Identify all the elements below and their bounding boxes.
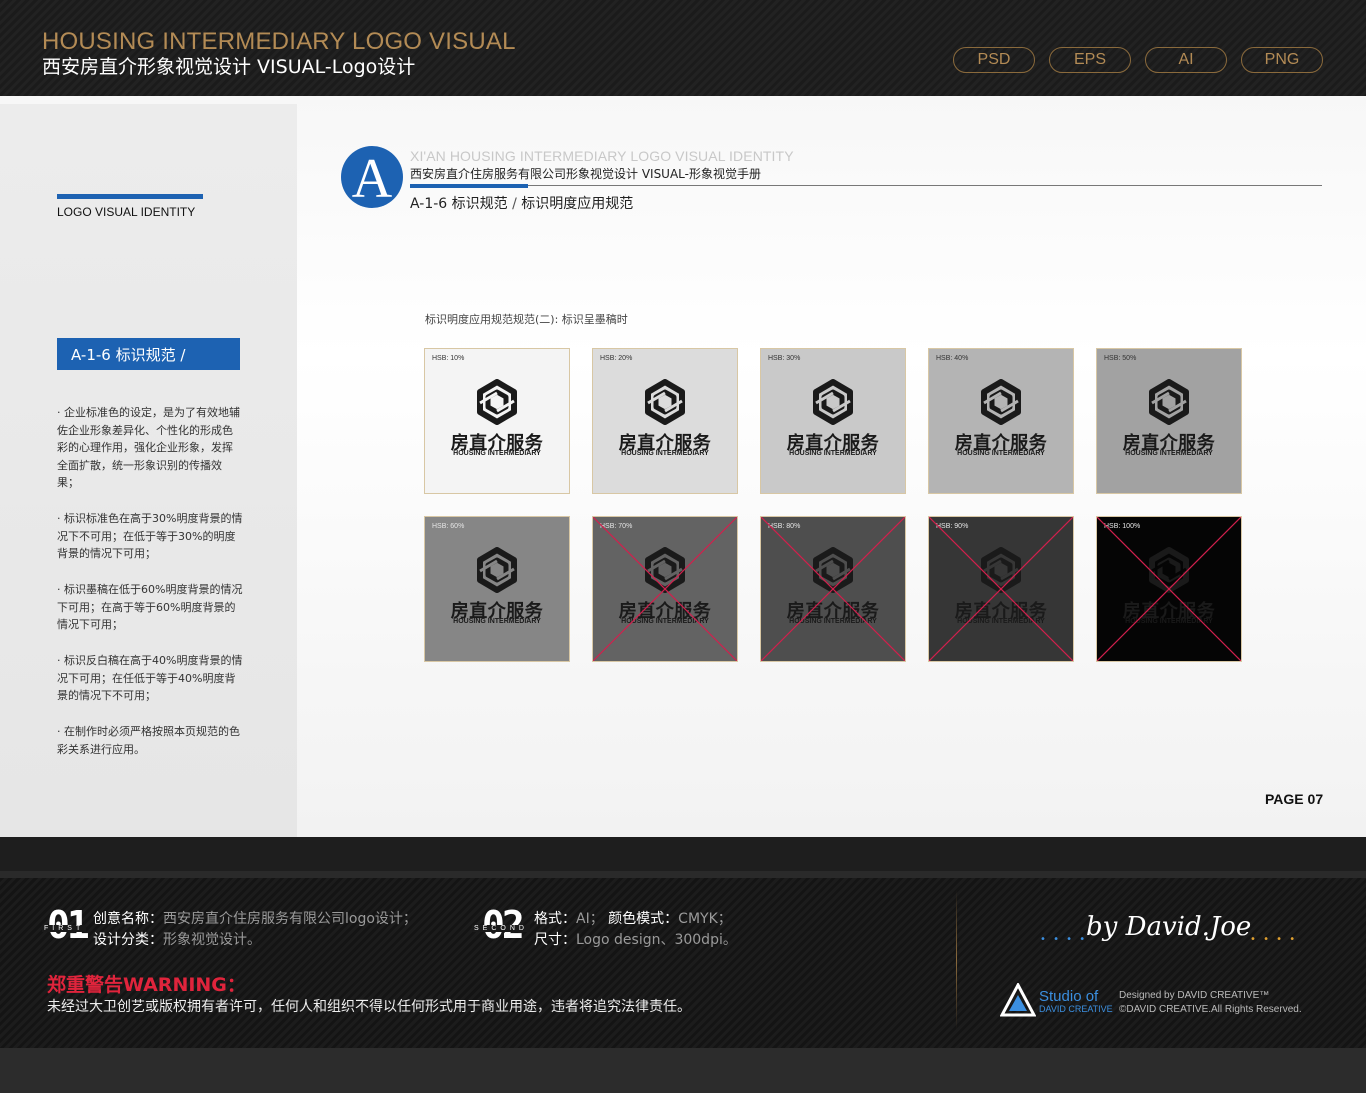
- brightness-tile: HSB: 10% 房直介服务 HOUSING INTERMEDIARY: [425, 349, 569, 493]
- info-value: CMYK；: [678, 911, 732, 927]
- decorative-dots-left: • • • •: [1040, 934, 1088, 945]
- info-key: 颜色模式：: [608, 911, 679, 927]
- format-pill-ai[interactable]: AI: [1145, 47, 1227, 73]
- footer-number-tag: SECOND: [472, 925, 530, 932]
- tile-brightness-label: HSB: 30%: [768, 355, 801, 362]
- tile-brightness-label: HSB: 10%: [432, 355, 465, 362]
- brightness-tile: HSB: 50% 房直介服务 HOUSING INTERMEDIARY: [1097, 349, 1241, 493]
- content-area: LOGO VISUAL IDENTITY A-1-6 标识规范 / · 企业标准…: [0, 96, 1366, 837]
- info-key: 设计分类：: [93, 932, 163, 948]
- info-key: 格式：: [534, 911, 576, 927]
- tile-logo-subtitle: HOUSING INTERMEDIARY: [453, 450, 541, 457]
- heading-rule-accent: [410, 184, 528, 188]
- sidebar: LOGO VISUAL IDENTITY A-1-6 标识规范 / · 企业标准…: [0, 104, 297, 837]
- footer-divider: [956, 890, 957, 1030]
- hexagon-knot-icon: [477, 547, 517, 593]
- brightness-tile: HSB: 30% 房直介服务 HOUSING INTERMEDIARY: [761, 349, 905, 493]
- prohibited-cross-icon: [761, 517, 905, 661]
- footer-info-line: 尺寸：Logo design、300dpi。: [534, 929, 737, 949]
- info-value: 形象视觉设计。: [163, 932, 261, 948]
- sidebar-paragraph: · 标识标准色在高于30%明度背景的情况下不可用；在低于等于30%的明度背景的情…: [57, 512, 243, 560]
- brightness-tile: HSB: 60% 房直介服务 HOUSING INTERMEDIARY: [425, 517, 569, 661]
- brightness-tile: HSB: 100% 房直介服务 HOUSING INTERMEDIARY: [1097, 517, 1241, 661]
- studio-name: Studio of: [1039, 988, 1099, 1005]
- footer-info-line: 设计分类：形象视觉设计。: [93, 929, 261, 949]
- info-key: 创意名称：: [93, 911, 163, 927]
- tile-logo-subtitle: HOUSING INTERMEDIARY: [621, 450, 709, 457]
- format-pill-png[interactable]: PNG: [1241, 47, 1323, 73]
- footer-info-line: 创意名称：西安房直介住房服务有限公司logo设计；: [93, 908, 417, 928]
- bottom-strip: [0, 1048, 1366, 1093]
- signature: by David.Joe: [1086, 912, 1252, 942]
- tile-brightness-label: HSB: 60%: [432, 523, 465, 530]
- subheading-code: A-1-6 标识规范: [410, 196, 508, 212]
- sidebar-paragraph: · 在制作时必须严格按照本页规范的色彩关系进行应用。: [57, 725, 240, 756]
- info-value: 西安房直介住房服务有限公司logo设计；: [163, 911, 417, 927]
- hexagon-knot-icon: [1149, 379, 1189, 425]
- brightness-tile: HSB: 80% 房直介服务 HOUSING INTERMEDIARY: [761, 517, 905, 661]
- sidebar-section-title: A-1-6 标识规范 /: [57, 338, 240, 370]
- warning-title: 郑重警告WARNING：: [47, 974, 246, 996]
- a-badge-logo: A: [341, 146, 403, 208]
- studio-logo-icon: [1000, 983, 1036, 1017]
- prohibited-cross-icon: [1097, 517, 1241, 661]
- format-pill-psd[interactable]: PSD: [953, 47, 1035, 73]
- hexagon-knot-icon: [645, 379, 685, 425]
- header-title-cn: 西安房直介形象视觉设计 VISUAL-Logo设计: [42, 56, 416, 78]
- hexagon-knot-icon: [981, 379, 1021, 425]
- tile-brightness-label: HSB: 20%: [600, 355, 633, 362]
- brightness-tile: HSB: 90% 房直介服务 HOUSING INTERMEDIARY: [929, 517, 1073, 661]
- tile-brightness-label: HSB: 50%: [1104, 355, 1137, 362]
- a-badge-letter: A: [351, 148, 393, 210]
- heading-cn: 西安房直介住房服务有限公司形象视觉设计 VISUAL-形象视觉手册: [410, 167, 761, 181]
- tile-logo-subtitle: HOUSING INTERMEDIARY: [789, 450, 877, 457]
- sidebar-paragraph: · 企业标准色的设定，是为了有效地辅佐企业形象差异化、个性化的形成色彩的心理作用…: [57, 406, 240, 489]
- format-pill-eps[interactable]: EPS: [1049, 47, 1131, 73]
- samples-caption: 标识明度应用规范规范(二): 标识呈墨稿时: [425, 313, 628, 326]
- studio-subname: DAVID CREATIVE: [1039, 1004, 1113, 1014]
- footer-number-tag: FIRST: [42, 925, 87, 932]
- hexagon-knot-icon: [813, 379, 853, 425]
- info-value: Logo design、300dpi。: [576, 932, 737, 948]
- brightness-tile: HSB: 70% 房直介服务 HOUSING INTERMEDIARY: [593, 517, 737, 661]
- sidebar-label: LOGO VISUAL IDENTITY: [57, 205, 196, 219]
- brightness-tile: HSB: 20% 房直介服务 HOUSING INTERMEDIARY: [593, 349, 737, 493]
- sidebar-accent-line: [57, 194, 203, 199]
- footer: [0, 878, 1366, 1048]
- heading-rule: [410, 185, 1322, 186]
- tile-logo-subtitle: HOUSING INTERMEDIARY: [453, 618, 541, 625]
- subheading-separator: /: [507, 196, 522, 212]
- top-header: HOUSING INTERMEDIARY LOGO VISUAL 西安房直介形象…: [0, 0, 1366, 96]
- sidebar-paragraph: · 标识反白稿在高于40%明度背景的情况下可用；在任低于等于40%明度背景的情况…: [57, 654, 243, 702]
- hexagon-knot-icon: [477, 379, 517, 425]
- heading-en: XI'AN HOUSING INTERMEDIARY LOGO VISUAL I…: [410, 148, 794, 164]
- credit-copyright: ©DAVID CREATIVE.All Rights Reserved.: [1119, 1004, 1302, 1015]
- info-value: AI；: [576, 911, 604, 927]
- prohibited-cross-icon: [929, 517, 1073, 661]
- prohibited-cross-icon: [593, 517, 737, 661]
- warning-text: 未经过大卫创艺或版权拥有者许可，任何人和组织不得以任何形式用于商业用途，违者将追…: [47, 999, 691, 1015]
- decorative-dots-right: • • • •: [1250, 934, 1298, 945]
- subheading: A-1-6 标识规范 / 标识明度应用规范: [410, 193, 633, 213]
- tile-logo-subtitle: HOUSING INTERMEDIARY: [957, 450, 1045, 457]
- tile-logo-subtitle: HOUSING INTERMEDIARY: [1125, 450, 1213, 457]
- page-number: PAGE 07: [1265, 791, 1324, 807]
- tile-brightness-label: HSB: 40%: [936, 355, 969, 362]
- subheading-title: 标识明度应用规范: [521, 196, 634, 212]
- info-key: 尺寸：: [534, 932, 576, 948]
- footer-info-line: 格式：AI； 颜色模式：CMYK；: [534, 908, 732, 928]
- sidebar-paragraph: · 标识墨稿在低于60%明度背景的情况下可用；在高于等于60%明度背景的情况下可…: [57, 583, 243, 631]
- brightness-tile: HSB: 40% 房直介服务 HOUSING INTERMEDIARY: [929, 349, 1073, 493]
- credit-designed-by: Designed by DAVID CREATIVE™: [1119, 990, 1270, 1001]
- divider-strip: [0, 837, 1366, 871]
